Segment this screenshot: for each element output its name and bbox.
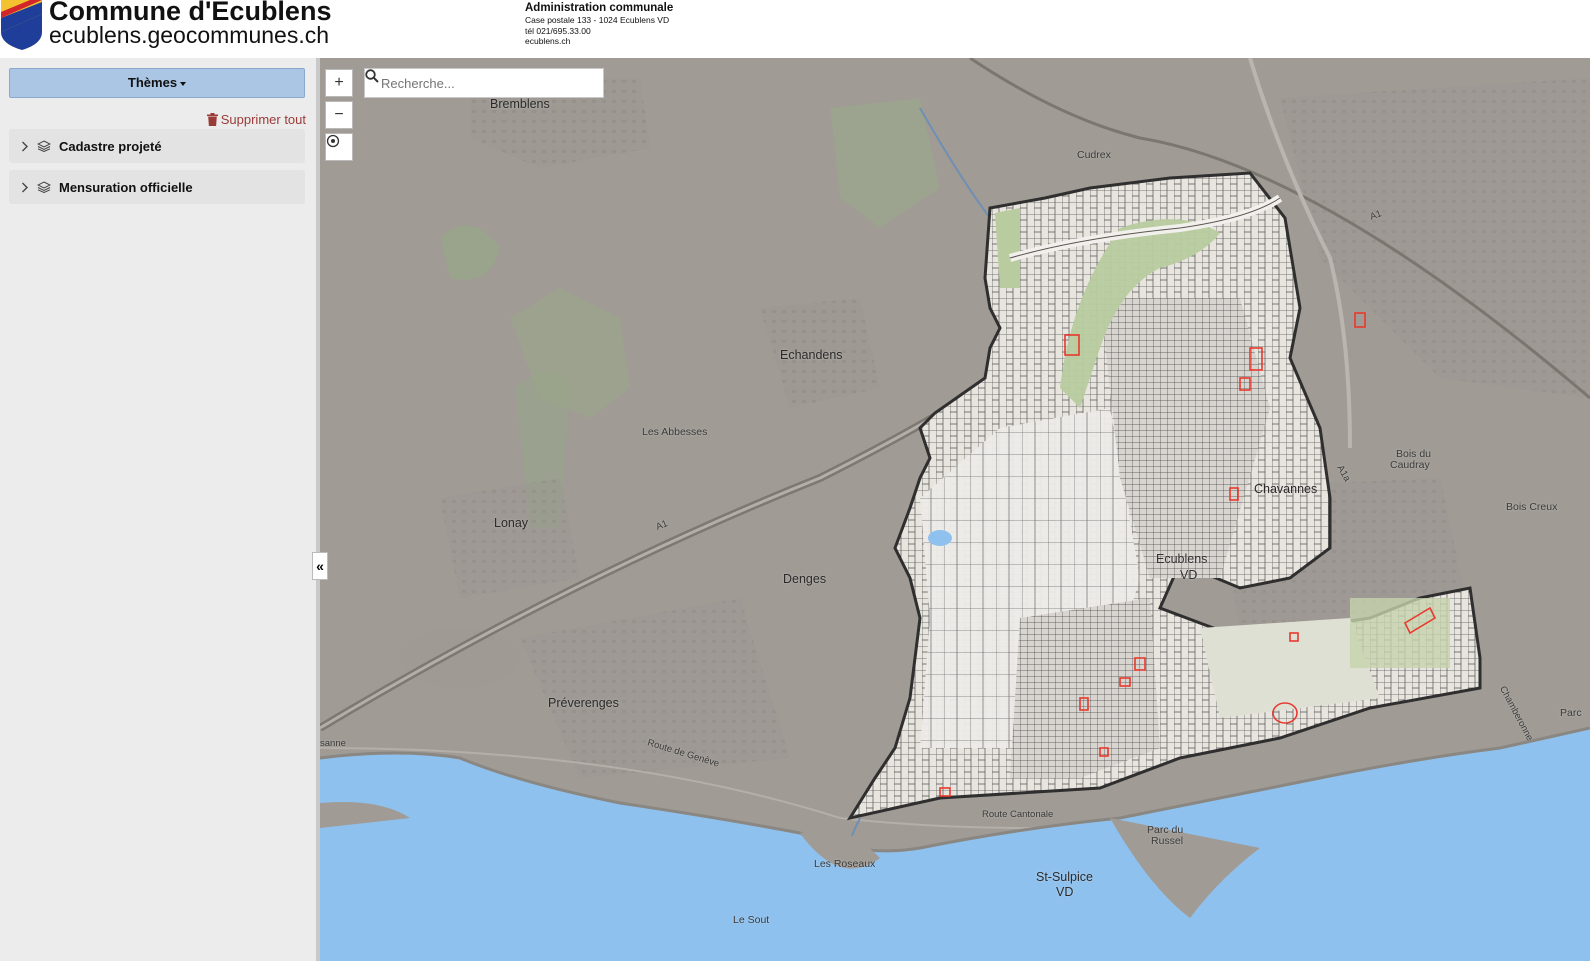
search-input[interactable]	[379, 74, 573, 92]
map-view[interactable]: + − Bremblens Echandens Les Abbesses Lon…	[320, 58, 1590, 961]
caret-down-icon	[180, 81, 187, 86]
admin-phone: tél 021/695.33.00	[525, 25, 591, 36]
place-label: Bremblens	[490, 97, 550, 111]
place-label: Cudrex	[1077, 149, 1111, 161]
layers-icon	[37, 181, 55, 193]
place-label: Parc	[1560, 707, 1582, 719]
chevron-right-icon[interactable]	[21, 182, 35, 193]
themes-label: Thèmes	[127, 75, 178, 90]
collapse-sidebar-button[interactable]: «	[312, 552, 328, 580]
map-base-layer	[320, 58, 1590, 961]
admin-title: Administration communale	[525, 2, 674, 14]
admin-website: ecublens.ch	[525, 36, 571, 46]
layer-mensuration-officielle[interactable]: Mensuration officielle	[9, 170, 305, 204]
delete-all-label: Supprimer tout	[220, 112, 306, 127]
place-label: Ecublens	[1156, 552, 1208, 566]
layers-icon	[37, 140, 55, 152]
place-label: Bois Creux	[1506, 501, 1558, 513]
place-label: Caudray	[1390, 459, 1430, 471]
place-label: Denges	[783, 572, 827, 586]
place-label: Russel	[1151, 835, 1184, 847]
zoom-out-button[interactable]: −	[325, 101, 353, 129]
place-label: VD	[1056, 885, 1074, 899]
commune-coat-of-arms-logo	[1, 0, 42, 50]
layer-label: Mensuration officielle	[59, 179, 193, 195]
site-url: ecublens.geocommunes.ch	[49, 22, 329, 48]
trash-icon	[206, 113, 218, 126]
sidebar: Thèmes Supprimer tout Cadastre projeté M…	[0, 58, 316, 961]
place-label: Le Sout	[733, 914, 770, 926]
place-label: Chavannes	[1254, 482, 1318, 496]
chevron-right-icon[interactable]	[21, 141, 35, 152]
place-label: Lonay	[494, 516, 529, 530]
layer-label: Cadastre projeté	[59, 138, 162, 154]
admin-address: Case postale 133 - 1024 Ecublens VD	[525, 15, 670, 25]
layer-cadastre-projete[interactable]: Cadastre projeté	[9, 129, 305, 163]
place-label: Les Abbesses	[642, 426, 708, 438]
place-label: VD	[1180, 568, 1198, 582]
zoom-in-button[interactable]: +	[325, 69, 353, 97]
road-label: Route Cantonale	[982, 809, 1054, 820]
road-label: sanne	[320, 738, 346, 749]
delete-all-button[interactable]: Supprimer tout	[206, 112, 306, 127]
search-icon	[365, 69, 379, 83]
locate-button[interactable]	[325, 133, 353, 161]
locate-icon	[326, 134, 340, 148]
place-label: Les Roseaux	[814, 858, 876, 870]
header: Commune d'Ecublens ecublens.geocommunes.…	[0, 0, 1590, 58]
place-label: Echandens	[780, 348, 843, 362]
search-box[interactable]	[364, 68, 604, 98]
themes-button[interactable]: Thèmes	[9, 68, 305, 98]
admin-contact: Administration communale Case postale 13…	[525, 2, 673, 47]
place-label: Préverenges	[548, 696, 619, 710]
place-label: St-Sulpice	[1036, 870, 1093, 884]
